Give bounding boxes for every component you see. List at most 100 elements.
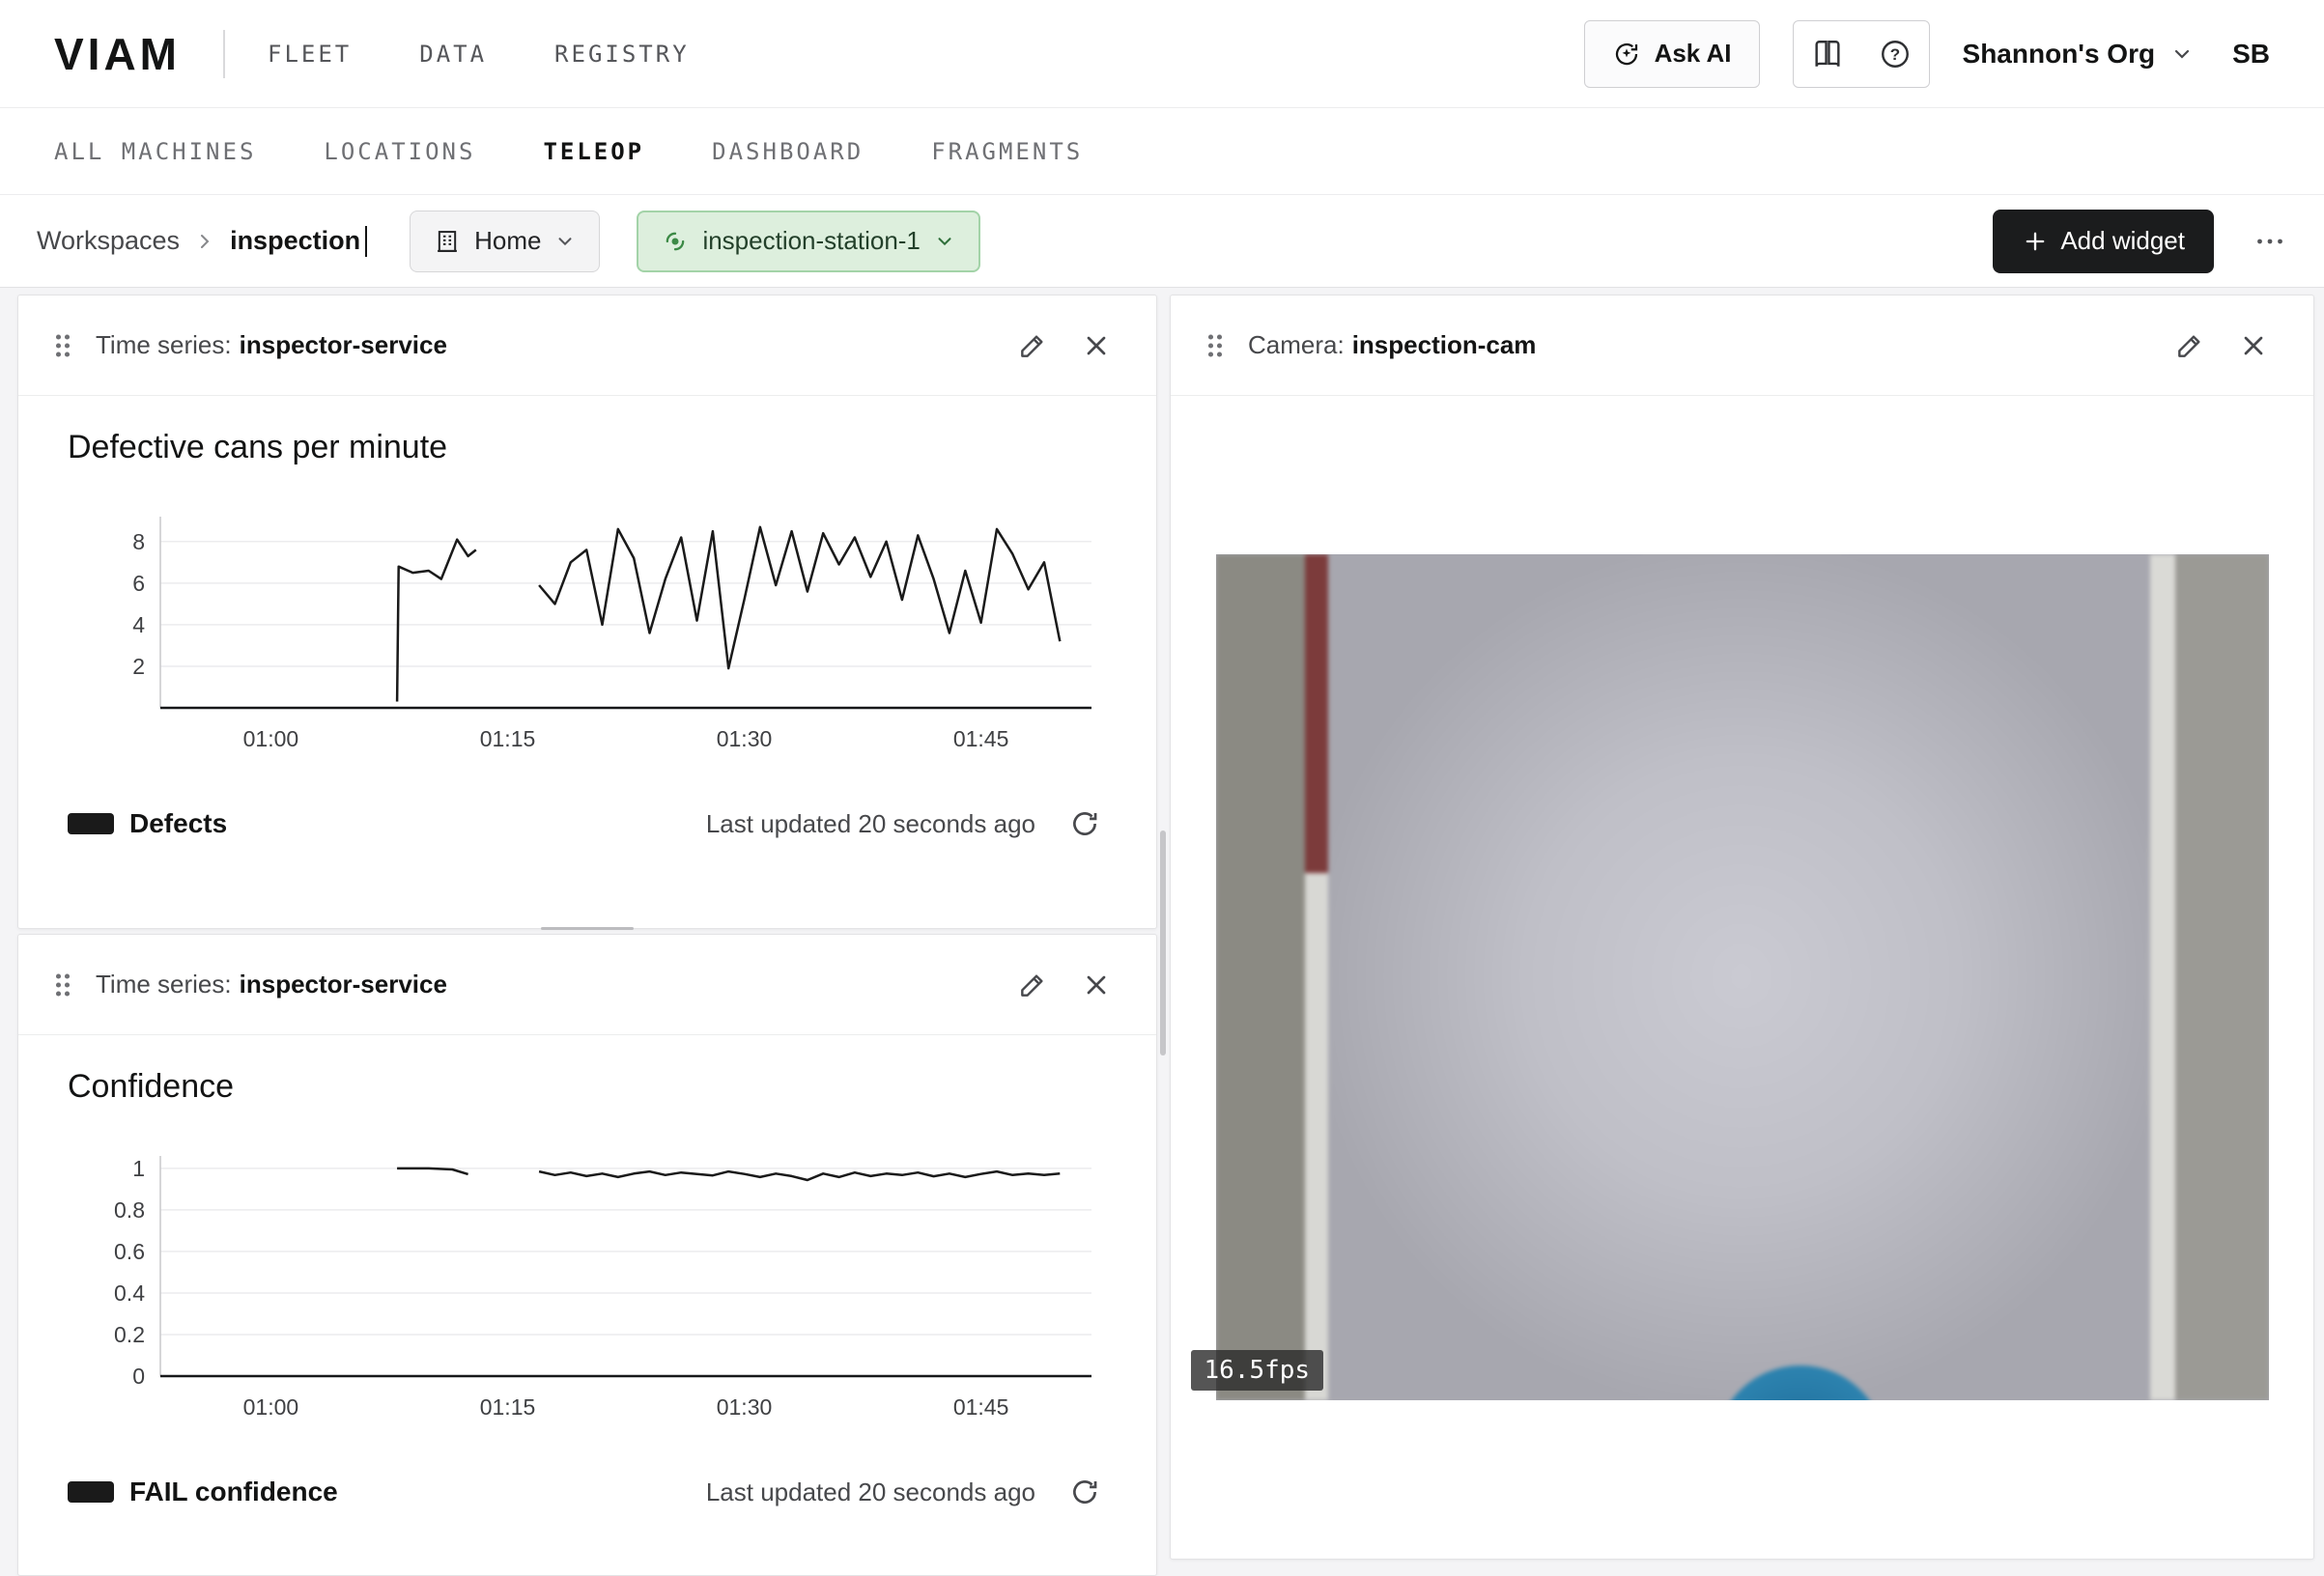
chart-title: Defective cans per minute [68, 429, 1107, 466]
svg-text:0.8: 0.8 [114, 1197, 145, 1223]
breadcrumb-workspaces[interactable]: Workspaces [37, 226, 180, 256]
nav-item-fleet[interactable]: FLEET [268, 41, 352, 68]
svg-text:2: 2 [132, 654, 145, 679]
camera-frame [1216, 554, 2269, 1400]
chart-legend-row: FAIL confidence Last updated 20 seconds … [68, 1470, 1107, 1514]
edit-widget-button[interactable] [1011, 964, 1054, 1006]
nav-item-data[interactable]: DATA [419, 41, 487, 68]
ask-ai-icon [1612, 40, 1641, 69]
svg-text:01:30: 01:30 [717, 726, 773, 751]
drag-handle-icon[interactable] [51, 971, 74, 999]
svg-text:01:30: 01:30 [717, 1394, 773, 1420]
svg-text:0.6: 0.6 [114, 1239, 145, 1264]
navbar-right: Ask AI ? Shannon's Org SB [1584, 20, 2270, 88]
viam-logo[interactable]: VIAM [54, 28, 181, 80]
svg-text:0: 0 [132, 1364, 145, 1389]
last-updated-text: Last updated 20 seconds ago [706, 1478, 1035, 1507]
svg-text:?: ? [1889, 44, 1899, 63]
tab-all-machines[interactable]: ALL MACHINES [54, 138, 256, 165]
drag-handle-icon[interactable] [1204, 331, 1227, 360]
text-cursor [365, 226, 367, 257]
chart-legend-row: Defects Last updated 20 seconds ago [68, 802, 1107, 846]
more-options-button[interactable] [2253, 224, 2287, 259]
close-widget-button[interactable] [1075, 964, 1118, 1006]
confidence-line-chart: 00.20.40.60.8101:0001:1501:3001:45 [68, 1140, 1107, 1435]
widget-title: Time series:inspector-service [96, 330, 447, 360]
red-marker-strip [1305, 554, 1328, 873]
ellipsis-icon [2253, 224, 2287, 259]
teleop-toolbar: Workspaces inspection Home inspection-st… [0, 195, 2324, 288]
widget-title: Camera:inspection-cam [1248, 330, 1536, 360]
plus-icon [2022, 228, 2049, 255]
refresh-button[interactable] [1063, 1470, 1107, 1514]
machine-selector[interactable]: inspection-station-1 [637, 211, 979, 272]
tab-teleop[interactable]: TELEOP [543, 138, 644, 165]
svg-text:01:00: 01:00 [243, 726, 299, 751]
defects-line-chart: 2 4 6 8 01:00 01:15 01:30 01:45 [68, 501, 1107, 767]
ask-ai-label: Ask AI [1655, 39, 1732, 69]
location-label: Home [474, 226, 541, 256]
close-widget-button[interactable] [1075, 324, 1118, 367]
machine-label: inspection-station-1 [702, 226, 920, 256]
svg-text:8: 8 [132, 529, 145, 554]
building-icon [434, 228, 461, 255]
widget-camera: Camera:inspection-cam [1170, 295, 2314, 1560]
camera-stream: 16.5fps [1216, 554, 2269, 1400]
svg-text:01:00: 01:00 [243, 1394, 299, 1420]
widget-body: Confidence 00.20.40.60.8101:0001:1501:30… [18, 1035, 1156, 1514]
help-icon[interactable]: ? [1861, 20, 1929, 88]
location-selector[interactable]: Home [410, 211, 600, 272]
fleet-tabs: ALL MACHINES LOCATIONS TELEOP DASHBOARD … [0, 108, 2324, 195]
legend-swatch [68, 1481, 114, 1503]
conveyor-right-band [2175, 554, 2269, 1400]
svg-text:6: 6 [132, 571, 145, 596]
widget-body: Defective cans per minute 2 4 6 8 01:00 01:15… [18, 396, 1156, 846]
divider [223, 30, 225, 78]
chevron-down-icon [934, 231, 955, 252]
edit-widget-button[interactable] [1011, 324, 1054, 367]
svg-text:01:15: 01:15 [480, 1394, 536, 1420]
tab-dashboard[interactable]: DASHBOARD [712, 138, 864, 165]
camera-body: 16.5fps [1171, 396, 2313, 1559]
widget-header: Time series:inspector-service [18, 935, 1156, 1035]
svg-text:01:45: 01:45 [953, 726, 1009, 751]
svg-text:0.2: 0.2 [114, 1322, 145, 1347]
docs-icon[interactable] [1794, 20, 1861, 88]
org-switcher[interactable]: Shannon's Org [1963, 39, 2195, 70]
fps-badge: 16.5fps [1191, 1350, 1324, 1391]
chevron-down-icon [554, 231, 576, 252]
tab-fragments[interactable]: FRAGMENTS [931, 138, 1083, 165]
top-navbar: VIAM FLEET DATA REGISTRY Ask AI ? Shanno… [0, 0, 2324, 108]
ask-ai-button[interactable]: Ask AI [1584, 20, 1760, 88]
camera-scene [1216, 554, 2269, 1400]
nav-item-registry[interactable]: REGISTRY [554, 41, 690, 68]
org-name: Shannon's Org [1963, 39, 2156, 70]
add-widget-button[interactable]: Add widget [1993, 210, 2214, 273]
drag-handle-icon[interactable] [51, 331, 74, 360]
breadcrumb-chevron-icon [193, 230, 216, 253]
widget-title: Time series:inspector-service [96, 970, 447, 999]
legend-label: FAIL confidence [129, 1477, 338, 1507]
svg-text:1: 1 [132, 1156, 145, 1181]
widget-timeseries-defects: Time series:inspector-service Defective … [17, 295, 1157, 929]
svg-text:4: 4 [132, 612, 145, 637]
widget-header: Time series:inspector-service [18, 296, 1156, 396]
user-avatar[interactable]: SB [2232, 39, 2270, 70]
teleop-workspace: Time series:inspector-service Defective … [0, 288, 2324, 1576]
last-updated-text: Last updated 20 seconds ago [706, 809, 1035, 839]
column-resize-handle[interactable] [1160, 830, 1166, 1055]
add-widget-label: Add widget [2060, 226, 2185, 256]
workspace-name-input[interactable]: inspection [230, 226, 360, 256]
tab-locations[interactable]: LOCATIONS [324, 138, 475, 165]
right-guide-rail [2150, 554, 2175, 1400]
widget-header: Camera:inspection-cam [1171, 296, 2313, 396]
main-nav: FLEET DATA REGISTRY [268, 41, 690, 68]
svg-text:01:45: 01:45 [953, 1394, 1009, 1420]
close-widget-button[interactable] [2232, 324, 2275, 367]
edit-widget-button[interactable] [2168, 324, 2211, 367]
chevron-down-icon [2170, 42, 2194, 66]
widget-timeseries-confidence: Time series:inspector-service Confidence… [17, 934, 1157, 1576]
refresh-button[interactable] [1063, 802, 1107, 846]
svg-text:01:15: 01:15 [480, 726, 536, 751]
conveyor-surface-glow [1328, 554, 2150, 1400]
